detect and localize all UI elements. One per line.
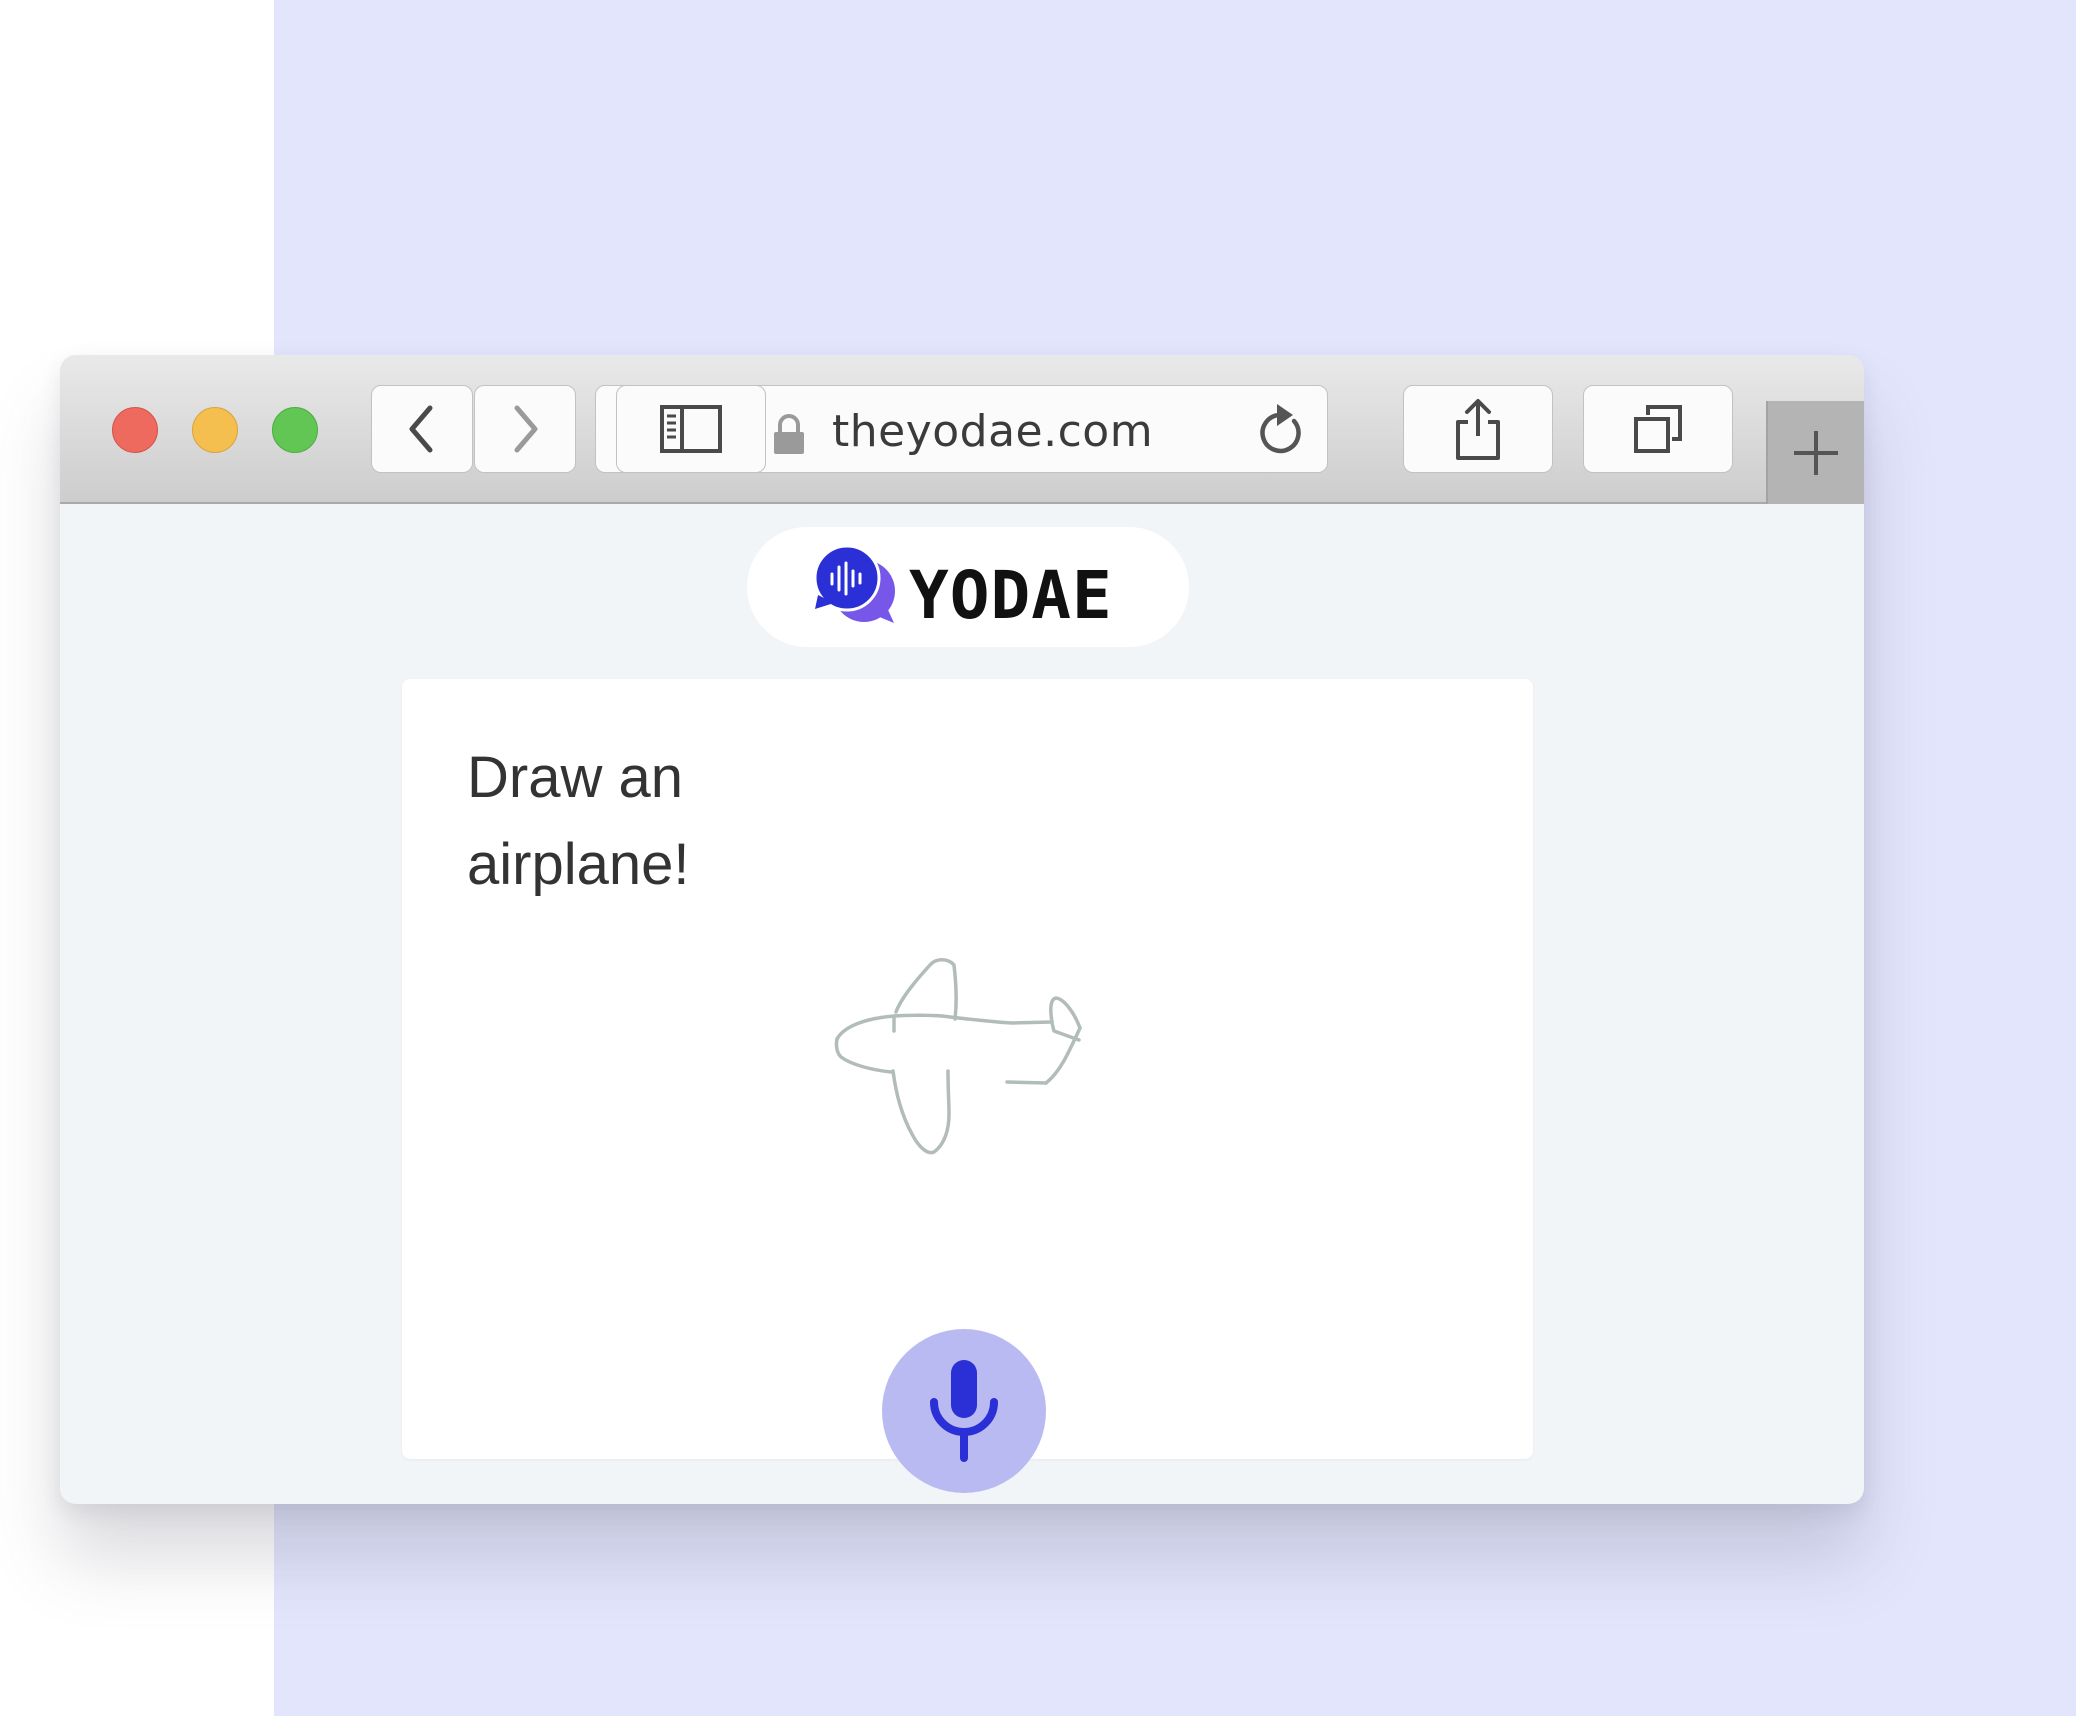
back-button[interactable] [371, 385, 473, 473]
prompt-text: Draw an airplane! [467, 745, 690, 897]
airplane-sketch [834, 958, 1082, 1155]
url-text: theyodae.com [832, 406, 1154, 457]
chevron-right-icon [514, 405, 538, 453]
minimize-window-button[interactable] [192, 407, 238, 453]
reload-icon[interactable] [1251, 401, 1307, 459]
chevron-left-icon [409, 405, 433, 453]
sidebar-toggle-button[interactable] [616, 385, 766, 473]
forward-button[interactable] [474, 385, 576, 473]
voice-chat-bubbles-icon [814, 545, 895, 623]
sidebar-icon [660, 405, 722, 453]
zoom-window-button[interactable] [272, 407, 318, 453]
plus-icon [1794, 430, 1838, 475]
browser-window: theyodae.com YODAE Draw an airplane! [60, 355, 1864, 1504]
microphone-icon [930, 1360, 998, 1462]
share-icon [1456, 399, 1500, 460]
brand-name: YODAE [909, 557, 1113, 634]
new-tab-button[interactable] [1766, 401, 1864, 504]
close-window-button[interactable] [112, 407, 158, 453]
microphone-button[interactable] [882, 1329, 1046, 1493]
brand-logo[interactable]: YODAE [747, 527, 1189, 647]
tabs-overview-icon [1634, 405, 1682, 453]
browser-toolbar: theyodae.com [60, 355, 1864, 504]
tab-overview-button[interactable] [1583, 385, 1733, 473]
lock-icon [774, 414, 804, 454]
share-button[interactable] [1403, 385, 1553, 473]
address-bar[interactable]: theyodae.com [595, 385, 1328, 473]
